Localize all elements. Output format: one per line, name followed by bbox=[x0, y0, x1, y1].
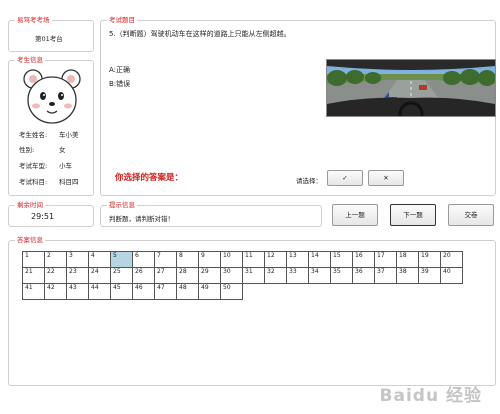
answer-cell-50[interactable]: 50 bbox=[220, 283, 243, 300]
answer-cell-33[interactable]: 33 bbox=[286, 267, 309, 284]
answer-cell-11[interactable]: 11 bbox=[242, 251, 265, 268]
answer-cell-47[interactable]: 47 bbox=[154, 283, 177, 300]
answer-cell-empty bbox=[375, 284, 397, 300]
answer-cell-48[interactable]: 48 bbox=[176, 283, 199, 300]
answer-cell-empty bbox=[243, 284, 265, 300]
question-panel: 考试题目 5.（判断题）驾驶机动车在这样的道路上只能从左侧超越。 A:正确 B:… bbox=[100, 15, 496, 196]
answer-cell-2[interactable]: 2 bbox=[44, 251, 67, 268]
answer-cell-20[interactable]: 20 bbox=[440, 251, 463, 268]
answer-cell-29[interactable]: 29 bbox=[198, 267, 221, 284]
answer-cell-27[interactable]: 27 bbox=[154, 267, 177, 284]
answer-cell-24[interactable]: 24 bbox=[88, 267, 111, 284]
answer-cell-31[interactable]: 31 bbox=[242, 267, 265, 284]
option-a: A:正确 bbox=[109, 66, 131, 74]
submit-exam-button[interactable]: 交卷 bbox=[448, 204, 494, 226]
answer-cell-36[interactable]: 36 bbox=[352, 267, 375, 284]
field-subject: 考试科目: 科目四 bbox=[19, 178, 79, 186]
answer-cell-41[interactable]: 41 bbox=[22, 283, 45, 300]
answer-cell-empty bbox=[353, 284, 375, 300]
next-question-button[interactable]: 下一题 bbox=[390, 204, 436, 226]
answer-cell-14[interactable]: 14 bbox=[308, 251, 331, 268]
answer-cell-30[interactable]: 30 bbox=[220, 267, 243, 284]
answer-cell-empty bbox=[419, 284, 441, 300]
timer-panel: 剩余时间 29:51 bbox=[8, 200, 94, 227]
examinee-avatar bbox=[23, 69, 81, 124]
answer-cell-46[interactable]: 46 bbox=[132, 283, 155, 300]
answer-cell-empty bbox=[309, 284, 331, 300]
field-name: 考生姓名: 车小美 bbox=[19, 131, 79, 139]
answer-cell-37[interactable]: 37 bbox=[374, 267, 397, 284]
answer-cell-17[interactable]: 17 bbox=[374, 251, 397, 268]
answer-cell-8[interactable]: 8 bbox=[176, 251, 199, 268]
answer-cell-26[interactable]: 26 bbox=[132, 267, 155, 284]
question-image bbox=[326, 59, 496, 117]
answer-cell-21[interactable]: 21 bbox=[22, 267, 45, 284]
answer-wrong-button[interactable]: ✕ bbox=[368, 170, 404, 186]
answer-cell-16[interactable]: 16 bbox=[352, 251, 375, 268]
question-legend: 考试题目 bbox=[107, 15, 137, 25]
hint-text: 判断题，请判断对错！ bbox=[109, 215, 174, 223]
answer-cell-34[interactable]: 34 bbox=[308, 267, 331, 284]
your-answer-label: 你选择的答案是： bbox=[115, 173, 184, 183]
option-b: B:错误 bbox=[109, 80, 131, 88]
seat-number: 第01考台 bbox=[35, 35, 63, 43]
answer-cell-empty bbox=[287, 284, 309, 300]
answer-cell-23[interactable]: 23 bbox=[66, 267, 89, 284]
answer-cell-40[interactable]: 40 bbox=[440, 267, 463, 284]
select-label: 请选择： bbox=[296, 177, 322, 185]
answer-cell-19[interactable]: 19 bbox=[418, 251, 441, 268]
answer-cell-42[interactable]: 42 bbox=[44, 283, 67, 300]
answer-grid: 1 2 3 4 5 6 7 8 9 10 11 12 13 14 15 16 17 18 19 20 21 22 23 24 2… bbox=[22, 251, 463, 300]
prev-question-button[interactable]: 上一题 bbox=[332, 204, 378, 226]
field-vehicle-type: 考试车型: 小车 bbox=[19, 162, 72, 170]
answer-cell-22[interactable]: 22 bbox=[44, 267, 67, 284]
hint-panel: 提示信息 判断题，请判断对错！ bbox=[100, 200, 322, 227]
answer-cell-13[interactable]: 13 bbox=[286, 251, 309, 268]
answer-cell-4[interactable]: 4 bbox=[88, 251, 111, 268]
answer-cell-43[interactable]: 43 bbox=[66, 283, 89, 300]
answer-cell-39[interactable]: 39 bbox=[418, 267, 441, 284]
examinee-panel: 考生信息 考生姓名: 车小美 性别: 女 考试车型: 小车 考试科目: 科目四 bbox=[8, 55, 94, 196]
answer-cell-12[interactable]: 12 bbox=[264, 251, 287, 268]
answer-cell-6[interactable]: 6 bbox=[132, 251, 155, 268]
timer-value: 29:51 bbox=[31, 212, 55, 221]
examinee-legend: 考生信息 bbox=[15, 55, 45, 65]
question-text: 5.（判断题）驾驶机动车在这样的道路上只能从左侧超越。 bbox=[109, 30, 291, 38]
answer-cell-35[interactable]: 35 bbox=[330, 267, 353, 284]
answer-cell-3[interactable]: 3 bbox=[66, 251, 89, 268]
answer-cell-25[interactable]: 25 bbox=[110, 267, 133, 284]
answer-cell-44[interactable]: 44 bbox=[88, 283, 111, 300]
answer-cell-empty bbox=[265, 284, 287, 300]
exam-site-legend: 易驾考考场 bbox=[15, 15, 52, 25]
answer-cell-empty bbox=[441, 284, 463, 300]
field-gender: 性别: 女 bbox=[19, 146, 66, 154]
answers-legend: 答案信息 bbox=[15, 235, 45, 245]
answer-cell-empty bbox=[331, 284, 353, 300]
answer-cell-38[interactable]: 38 bbox=[396, 267, 419, 284]
answer-cell-10[interactable]: 10 bbox=[220, 251, 243, 268]
hint-legend: 提示信息 bbox=[107, 200, 137, 210]
timer-legend: 剩余时间 bbox=[15, 200, 45, 210]
exam-site-panel: 易驾考考场 第01考台 bbox=[8, 15, 94, 52]
answer-cell-5[interactable]: 5 bbox=[110, 251, 133, 268]
answer-cell-1[interactable]: 1 bbox=[22, 251, 45, 268]
answer-cell-49[interactable]: 49 bbox=[198, 283, 221, 300]
baidu-watermark: Baidu 经验 bbox=[379, 386, 482, 406]
answer-cell-18[interactable]: 18 bbox=[396, 251, 419, 268]
answer-cell-45[interactable]: 45 bbox=[110, 283, 133, 300]
answer-cell-7[interactable]: 7 bbox=[154, 251, 177, 268]
answer-cell-15[interactable]: 15 bbox=[330, 251, 353, 268]
answer-correct-button[interactable]: ✓ bbox=[327, 170, 363, 186]
answer-cell-empty bbox=[397, 284, 419, 300]
answer-cell-32[interactable]: 32 bbox=[264, 267, 287, 284]
answer-cell-9[interactable]: 9 bbox=[198, 251, 221, 268]
answer-cell-28[interactable]: 28 bbox=[176, 267, 199, 284]
